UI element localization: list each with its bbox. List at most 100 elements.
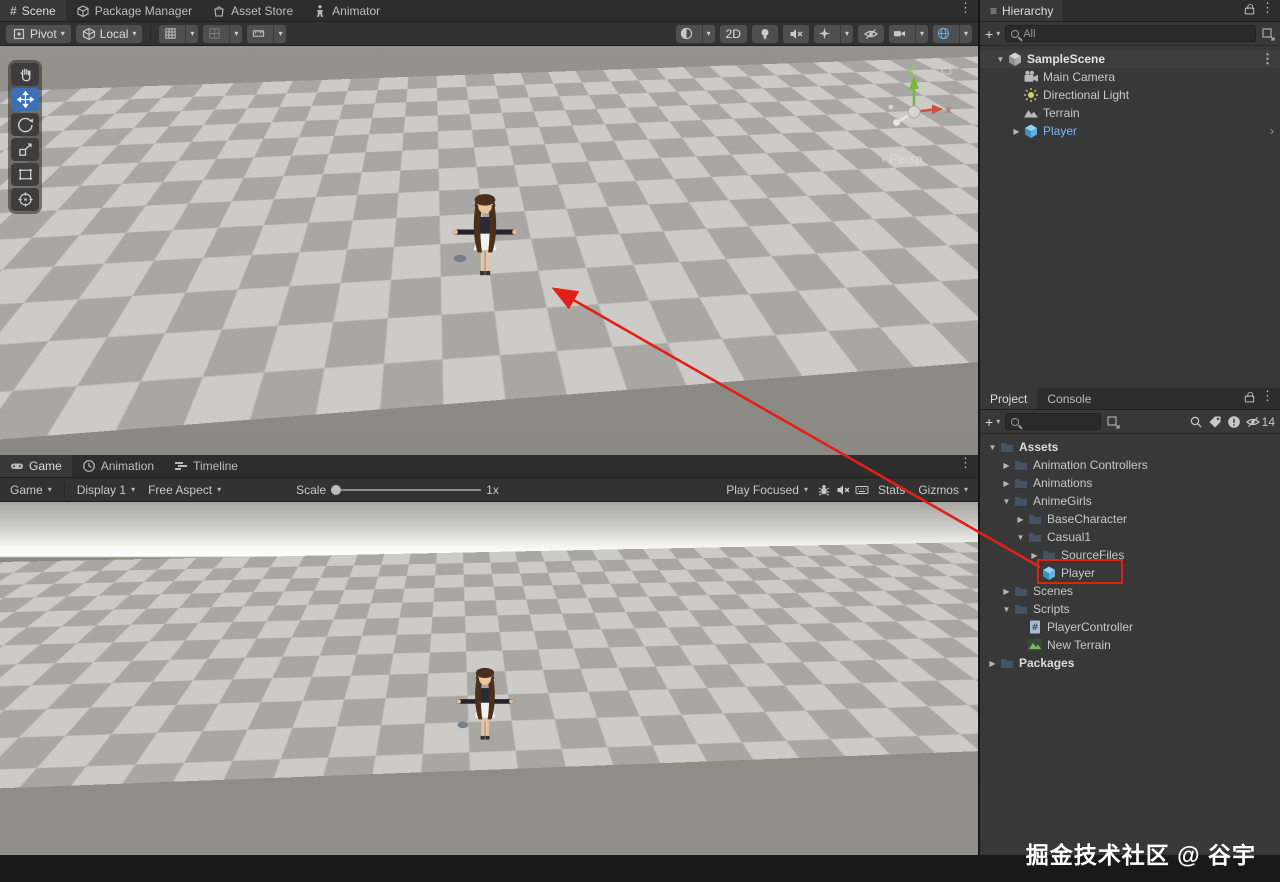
scene-effects-dropdown[interactable]: ▾ <box>813 24 853 43</box>
aspect-ratio-dropdown[interactable]: Free Aspect ▾ <box>144 483 225 497</box>
gizmos-dropdown[interactable]: ▾ <box>932 24 972 43</box>
scene-lighting-toggle[interactable] <box>751 24 778 43</box>
tab-game[interactable]: Game <box>0 455 72 477</box>
project-item-sourcefiles[interactable]: ▶ SourceFiles <box>980 546 1280 564</box>
project-item-scripts[interactable]: ▼ Scripts <box>980 600 1280 618</box>
project-item-animations[interactable]: ▶ Animations <box>980 474 1280 492</box>
expand-caret-icon[interactable]: ▼ <box>1000 497 1013 506</box>
tab-timeline[interactable]: Timeline <box>164 455 248 477</box>
scene-view[interactable]: y x ‹ Persp <box>0 46 978 455</box>
display-dropdown[interactable]: Display 1 ▾ <box>73 483 139 497</box>
hierarchy-item-main-camera[interactable]: Main Camera <box>980 68 1280 86</box>
project-search[interactable] <box>1005 413 1102 430</box>
label-tag-icon[interactable] <box>1208 415 1222 429</box>
create-asset-dropdown[interactable]: + ▾ <box>985 414 1000 430</box>
expand-caret-icon[interactable]: ▶ <box>1010 127 1023 136</box>
prefab-open-chevron-icon[interactable]: › <box>1270 124 1274 138</box>
bug-icon[interactable] <box>817 483 831 497</box>
hierarchy-item-player[interactable]: ▶ Player › <box>980 122 1280 140</box>
project-item-basecharacter[interactable]: ▶ BaseCharacter <box>980 510 1280 528</box>
hidden-objects-toggle[interactable] <box>857 24 884 43</box>
search-picker-icon[interactable] <box>1106 415 1120 429</box>
draw-mode-dropdown[interactable]: ▾ <box>675 24 715 43</box>
game-display-target-dropdown[interactable]: Game ▾ <box>6 483 56 497</box>
grid-visibility-dropdown[interactable]: ▾ <box>159 24 199 43</box>
project-item-packages[interactable]: ▶ Packages <box>980 654 1280 672</box>
scene-pane-menu-icon[interactable]: ⋮ <box>953 0 978 21</box>
item-label: Directional Light <box>1043 88 1130 102</box>
tab-asset-store[interactable]: Asset Store <box>202 0 303 21</box>
project-item-playercontroller[interactable]: # PlayerController <box>980 618 1280 636</box>
rotate-tool[interactable] <box>11 113 39 136</box>
hierarchy-search[interactable] <box>1005 25 1256 42</box>
project-menu-icon[interactable]: ⋮ <box>1255 388 1280 409</box>
project-item-assets[interactable]: ▼ Assets <box>980 438 1280 456</box>
tab-project[interactable]: Project <box>980 388 1038 409</box>
expand-caret-icon[interactable]: ▼ <box>986 443 999 452</box>
increment-snap-dropdown[interactable]: ▾ <box>247 24 287 43</box>
pivot-dropdown[interactable]: Pivot ▾ <box>6 24 71 43</box>
tab-animator[interactable]: Animator <box>303 0 390 21</box>
expand-caret-icon[interactable]: ▶ <box>1000 479 1013 488</box>
expand-caret-icon[interactable]: ▼ <box>1000 605 1013 614</box>
create-object-dropdown[interactable]: + ▾ <box>985 26 1000 42</box>
hierarchy-lock-icon[interactable] <box>1244 0 1255 21</box>
search-picker-icon[interactable] <box>1261 27 1275 41</box>
project-lock-icon[interactable] <box>1244 388 1255 409</box>
game-gizmos-dropdown[interactable]: Gizmos ▾ <box>914 483 972 497</box>
rect-tool[interactable] <box>11 163 39 186</box>
2d-toggle-button[interactable]: 2D <box>719 24 747 43</box>
tab-console[interactable]: Console <box>1037 388 1101 409</box>
play-focused-dropdown[interactable]: Play Focused ▾ <box>722 483 812 497</box>
muted-speaker-icon[interactable] <box>836 483 850 497</box>
globe-icon <box>933 25 955 43</box>
sparkle-icon <box>814 25 836 43</box>
tab-hierarchy[interactable]: ≡ Hierarchy <box>980 0 1064 21</box>
folder-icon <box>1013 601 1029 617</box>
view-hand-tool[interactable] <box>11 63 39 86</box>
tab-package-manager[interactable]: Package Manager <box>66 0 202 21</box>
slider-knob[interactable] <box>331 484 342 495</box>
game-pane-menu-icon[interactable]: ⋮ <box>953 455 978 477</box>
hierarchy-search-input[interactable] <box>1023 27 1250 40</box>
scene-character[interactable] <box>452 192 518 296</box>
expand-caret-icon[interactable]: ▼ <box>1014 533 1027 542</box>
project-search-input[interactable] <box>1023 415 1096 428</box>
hidden-count-toggle[interactable]: 14 <box>1245 415 1275 429</box>
hierarchy-menu-icon[interactable]: ⋮ <box>1255 0 1280 21</box>
scale-slider[interactable] <box>331 483 482 497</box>
expand-caret-icon[interactable]: ▼ <box>994 55 1007 64</box>
tab-animation[interactable]: Animation <box>72 455 164 477</box>
expand-caret-icon[interactable]: ▶ <box>1028 551 1041 560</box>
tab-scene[interactable]: # Scene <box>0 0 66 21</box>
perspective-toggle[interactable]: ‹ Persp <box>862 152 942 166</box>
scene-audio-toggle[interactable] <box>782 24 809 43</box>
scene-camera-dropdown[interactable]: ▾ <box>888 24 928 43</box>
project-item-animation-controllers[interactable]: ▶ Animation Controllers <box>980 456 1280 474</box>
project-item-new-terrain[interactable]: New Terrain <box>980 636 1280 654</box>
project-item-casual1[interactable]: ▼ Casual1 <box>980 528 1280 546</box>
expand-caret-icon[interactable]: ▶ <box>1000 587 1013 596</box>
keyboard-icon[interactable] <box>855 483 869 497</box>
alert-icon[interactable] <box>1227 415 1241 429</box>
handle-orientation-dropdown[interactable]: Local ▾ <box>75 24 143 43</box>
move-tool[interactable] <box>11 88 39 111</box>
hierarchy-item-directional-light[interactable]: Directional Light <box>980 86 1280 104</box>
expand-caret-icon[interactable]: ▶ <box>1000 461 1013 470</box>
scene-options-icon[interactable]: ⋮ <box>1255 51 1280 67</box>
grid-snap-dropdown[interactable]: ▾ <box>203 24 243 43</box>
project-item-animegirls[interactable]: ▼ AnimeGirls <box>980 492 1280 510</box>
project-item-player[interactable]: Player <box>980 564 1280 582</box>
hierarchy-item-samplescene[interactable]: ▼ SampleScene ⋮ <box>980 50 1280 68</box>
scale-tool[interactable] <box>11 138 39 161</box>
expand-caret-icon[interactable]: ▶ <box>1014 515 1027 524</box>
transform-tool[interactable] <box>11 188 39 211</box>
project-item-scenes[interactable]: ▶ Scenes <box>980 582 1280 600</box>
hierarchy-item-terrain[interactable]: Terrain <box>980 104 1280 122</box>
expand-caret-icon[interactable]: ▶ <box>986 659 999 668</box>
search-by-type-icon[interactable] <box>1189 415 1203 429</box>
game-view[interactable] <box>0 502 978 855</box>
editor-right-column: ≡ Hierarchy ⋮ + ▾ ▼ SampleScene ⋮ Main C… <box>980 0 1280 855</box>
gizmo-lock-icon[interactable] <box>941 64 952 78</box>
stats-button[interactable]: Stats <box>874 483 909 497</box>
